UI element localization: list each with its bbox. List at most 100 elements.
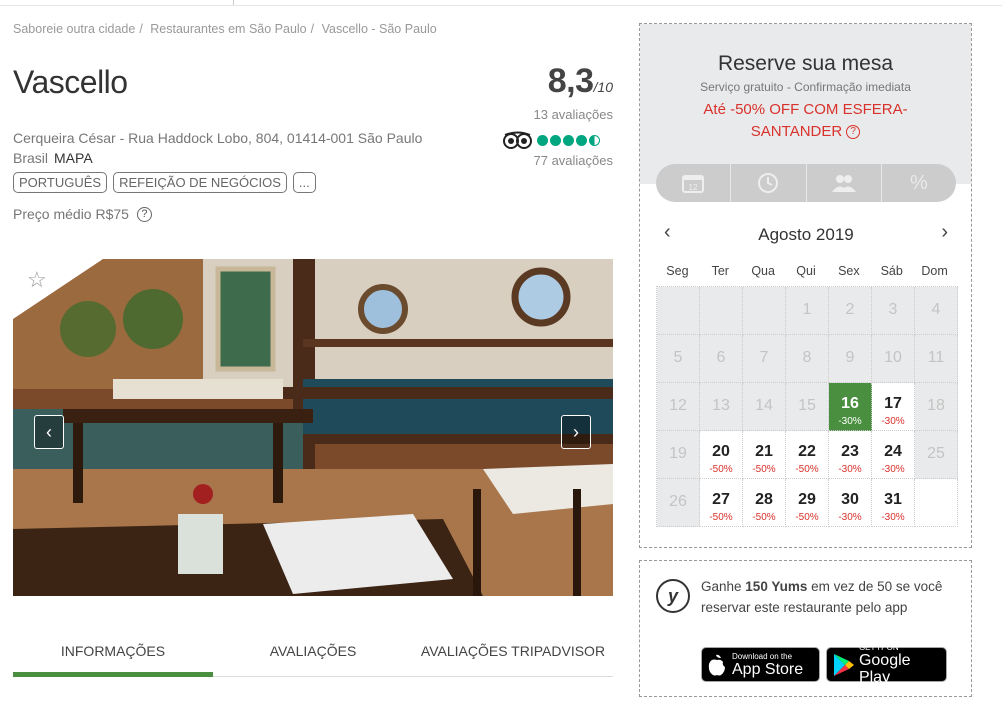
day-number: 22: [798, 443, 816, 460]
calendar-day[interactable]: 21 -50%: [743, 431, 786, 479]
day-number: 14: [755, 397, 773, 414]
app-store-button[interactable]: Download on the App Store: [701, 647, 820, 682]
restaurant-photo: [13, 259, 613, 596]
yums-text: Ganhe 150 Yums em vez de 50 se você rese…: [701, 577, 951, 618]
reservation-title: Reserve sua mesa: [717, 52, 894, 75]
svg-text:12: 12: [689, 183, 698, 192]
calendar-day[interactable]: 29 -50%: [786, 479, 829, 527]
map-link[interactable]: MAPA: [54, 150, 93, 166]
day-number: 8: [802, 349, 812, 366]
address-country: Brasil: [13, 150, 49, 166]
tripadvisor-rating[interactable]: [502, 131, 600, 149]
day-discount: -30%: [838, 512, 862, 523]
calendar-day: [657, 287, 700, 335]
calendar-day: 18: [915, 383, 958, 431]
calendar-day: 1: [786, 287, 829, 335]
calendar-day[interactable]: 20 -50%: [700, 431, 743, 479]
day-discount: -50%: [795, 464, 819, 475]
day-number: 29: [798, 491, 816, 508]
tab-informacoes[interactable]: INFORMAÇÕES: [13, 630, 213, 677]
calendar-day: 26: [657, 479, 700, 527]
calendar-day: 3: [872, 287, 915, 335]
promo-text[interactable]: Até -50% OFF COM ESFERA-SANTANDER?: [680, 99, 931, 143]
more-tags-button[interactable]: ...: [292, 172, 316, 193]
day-number: 7: [759, 349, 769, 366]
day-number: 16: [841, 395, 859, 412]
weekday-label: Qui: [796, 264, 816, 278]
step-discount[interactable]: %: [882, 164, 956, 202]
calendar-day[interactable]: 28 -50%: [743, 479, 786, 527]
calendar-day[interactable]: 23 -30%: [829, 431, 872, 479]
people-icon: [831, 175, 856, 192]
help-icon[interactable]: ?: [136, 206, 152, 222]
tripadvisor-reviews-count[interactable]: 77 avaliações: [534, 153, 614, 168]
tab-avaliacoes-tripadvisor[interactable]: AVALIAÇÕES TRIPADVISOR: [413, 630, 613, 676]
average-price-label: Preço médio R$75: [13, 206, 129, 222]
day-number: 12: [669, 397, 687, 414]
tag[interactable]: REFEIÇÃO DE NEGÓCIOS: [113, 172, 287, 193]
day-number: 25: [927, 445, 945, 462]
photo-next-button[interactable]: ›: [561, 415, 591, 449]
reviews-count[interactable]: 13 avaliações: [534, 107, 614, 122]
calendar-day[interactable]: 31 -30%: [872, 479, 915, 527]
day-discount: -50%: [709, 512, 733, 523]
day-number: 21: [755, 443, 773, 460]
photo-prev-button[interactable]: ‹: [34, 415, 64, 449]
breadcrumb: Saboreie outra cidade / Restaurantes em S…: [13, 22, 437, 36]
calendar-day: [743, 287, 786, 335]
promo-help-icon[interactable]: ?: [846, 125, 861, 140]
calendar-day[interactable]: 17 -30%: [872, 383, 915, 431]
calendar-day: 14: [743, 383, 786, 431]
day-number: 3: [888, 301, 898, 318]
calendar-day: [915, 479, 958, 527]
day-discount: -30%: [881, 464, 905, 475]
breadcrumb-item[interactable]: Restaurantes em São Paulo: [150, 22, 306, 36]
calendar-day: 13: [700, 383, 743, 431]
next-month-button[interactable]: ›: [941, 221, 948, 244]
weekday-label: Seg: [666, 264, 689, 278]
day-discount: -30%: [881, 512, 905, 523]
weekday-header: Seg Ter Qua Qui Sex Sáb Dom: [656, 264, 956, 278]
day-number: 18: [927, 397, 945, 414]
reservation-widget: Reserve sua mesa Serviço gratuito - Conf…: [639, 23, 972, 548]
calendar-day[interactable]: 24 -30%: [872, 431, 915, 479]
day-discount: -30%: [838, 464, 862, 475]
google-play-button[interactable]: GET IT ON Google Play: [826, 643, 947, 686]
breadcrumb-item[interactable]: Vascello - São Paulo: [322, 22, 437, 36]
calendar-day: 9: [829, 335, 872, 383]
favorite-star-icon[interactable]: ☆: [27, 267, 47, 293]
yums-logo-icon: y: [656, 579, 690, 613]
calendar-day-selected[interactable]: 16 -30%: [829, 383, 872, 431]
day-number: 11: [927, 349, 945, 366]
calendar-day: 7: [743, 335, 786, 383]
day-number: 9: [845, 349, 855, 366]
calendar-day[interactable]: 22 -50%: [786, 431, 829, 479]
step-date[interactable]: 12: [656, 164, 732, 202]
day-number: 27: [712, 491, 730, 508]
reservation-subtitle: Serviço gratuito - Confirmação imediata: [700, 80, 911, 94]
restaurant-interior-image: [13, 259, 613, 596]
tag[interactable]: PORTUGUÊS: [13, 172, 108, 193]
calendar-day[interactable]: 27 -50%: [700, 479, 743, 527]
day-discount: -30%: [838, 416, 862, 427]
step-people[interactable]: [807, 164, 882, 202]
yums-amount: 150 Yums: [745, 579, 808, 594]
day-discount: -30%: [881, 416, 905, 427]
day-discount: -50%: [795, 512, 819, 523]
app-store-large: App Store: [732, 660, 804, 678]
google-play-small: GET IT ON: [858, 643, 899, 652]
tab-avaliacoes[interactable]: AVALIAÇÕES: [213, 630, 413, 676]
day-number: 23: [841, 443, 859, 460]
rating-bubble: [550, 134, 561, 146]
address-line: Cerqueira César - Rua Haddock Lobo, 804,…: [13, 130, 423, 146]
promo-label: Até -50% OFF COM ESFERA-SANTANDER: [703, 101, 908, 140]
day-number: 13: [712, 397, 730, 414]
day-number: 15: [798, 397, 816, 414]
day-number: 31: [884, 491, 902, 508]
calendar-day[interactable]: 30 -30%: [829, 479, 872, 527]
reservation-steps: 12 %: [656, 164, 956, 202]
breadcrumb-item[interactable]: Saboreie outra cidade: [13, 22, 135, 36]
day-number: 1: [802, 301, 812, 318]
weekday-label: Ter: [711, 264, 729, 278]
step-time[interactable]: [731, 164, 807, 202]
